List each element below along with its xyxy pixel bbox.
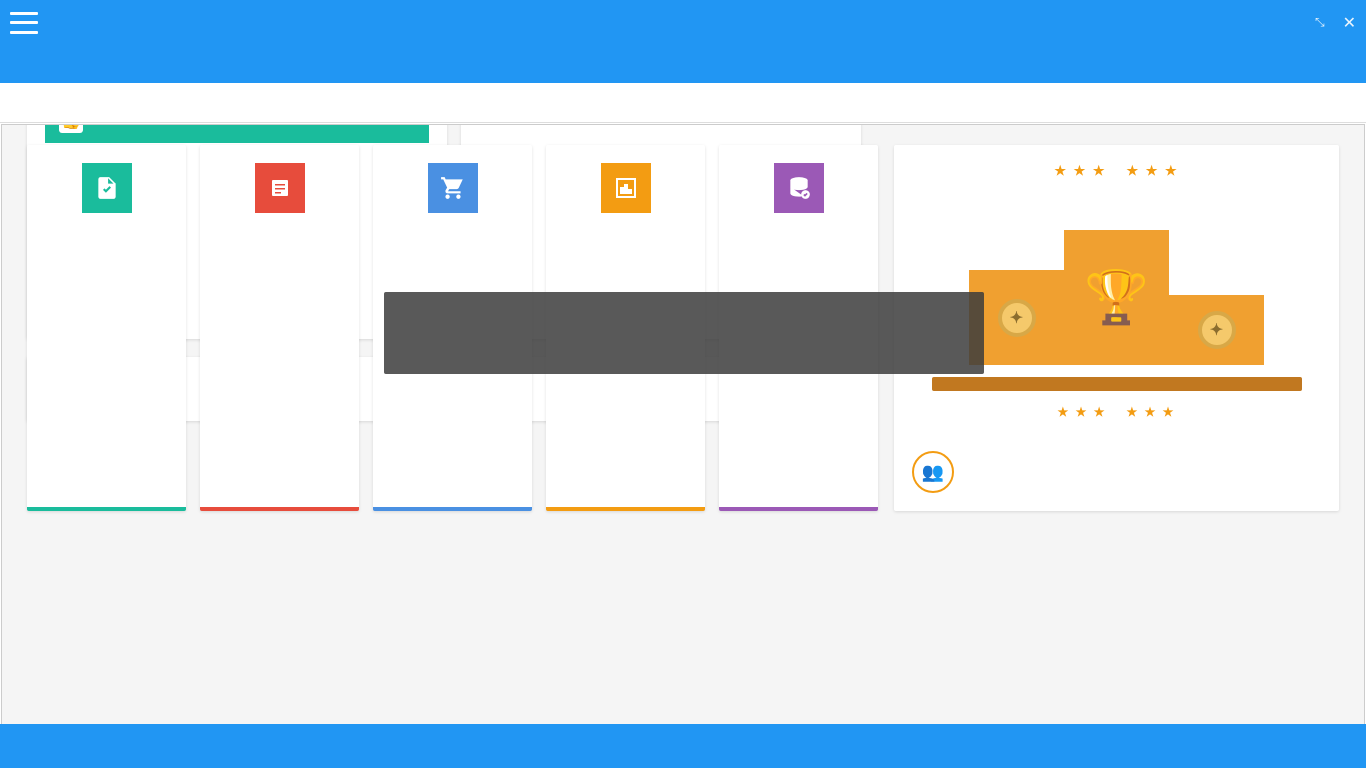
document-icon [82,163,132,213]
star-icon: ★ ★ ★ [1127,163,1179,178]
chart-icon [601,163,651,213]
runner-header [912,429,1321,441]
database-icon [774,163,824,213]
panel-title: ★ ★ ★ ★ ★ ★ [912,163,1321,179]
hamburger-icon[interactable] [10,12,38,34]
fullscreen-overlay [384,292,984,374]
close-icon[interactable]: ✕ [1343,13,1356,33]
repeat-stat: 👥 [912,451,1321,493]
card-purchase[interactable] [27,145,186,511]
podium-base [932,377,1302,391]
footer-bar [0,724,1366,768]
star-icon: ★ ★ ★ [1058,405,1107,419]
dashboard-content: ★ ★ ★★ ★ ★ ✦ 🏆 ✦ ★ ★ ★★ ★ ★ 👥 ★ ★ ★★ ★ ★… [1,124,1365,729]
medal-icon: ✦ [1198,311,1236,349]
window-controls: ⤡ ✕ [1315,13,1356,33]
trophy-icon: 🏆 [1084,267,1149,328]
banner: 👍 [45,124,429,143]
medal-icon: ✦ [998,299,1036,337]
star-icon: ★ ★ ★ [1054,163,1106,178]
podium-first: 🏆 [1064,222,1169,365]
thumbs-up-icon: 👍 [59,124,83,133]
title-bar: ⤡ ✕ [0,0,1366,45]
people-icon: 👥 [912,451,954,493]
menu-bar [0,45,1366,83]
tab-bar [0,83,1366,123]
card-sales[interactable] [200,145,359,511]
podium: ✦ 🏆 ✦ [937,195,1297,365]
restore-icon[interactable]: ⤡ [1315,15,1325,30]
podium-third: ✦ [1169,287,1264,365]
list-icon [255,163,305,213]
runner-title: ★ ★ ★ ★ ★ ★ [912,405,1321,419]
cart-icon [428,163,478,213]
star-icon: ★ ★ ★ [1127,405,1176,419]
